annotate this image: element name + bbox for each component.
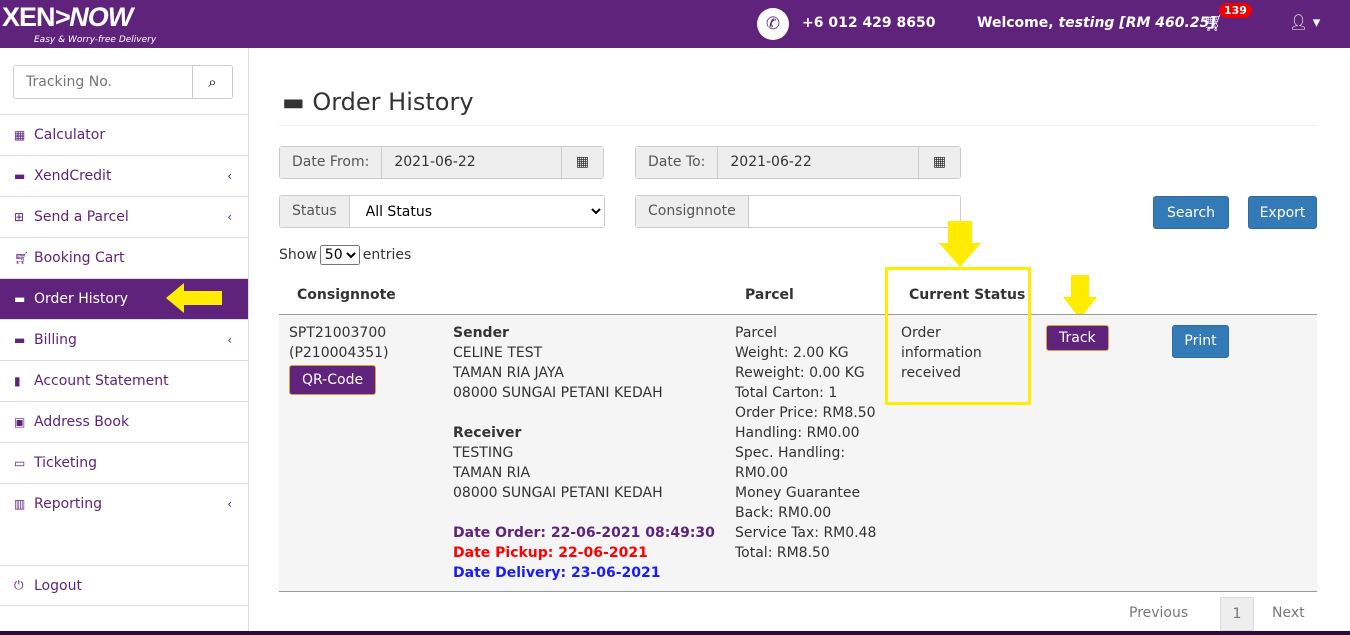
parcel-line: Reweight: 0.00 KG [735, 364, 865, 381]
date-to-input[interactable]: 2021-06-22 [718, 147, 918, 178]
chevron-left-icon[interactable]: ‹ [227, 497, 232, 511]
col-parcel[interactable]: Parcel [727, 276, 877, 315]
parcel-line: Parcel [735, 324, 778, 341]
parcel-line: Total: RM8.50 [735, 544, 830, 561]
calculator-icon: ▦ [14, 128, 26, 142]
chevron-left-icon[interactable]: ‹ [227, 210, 232, 224]
clipboard-icon: ▮ [14, 374, 21, 388]
entries-control: Show 50 entries [279, 245, 411, 265]
sidebar-item-billing[interactable]: ▬ Billing ‹ [0, 319, 248, 360]
user-menu-icon[interactable]: 👤︎ ▾ [1289, 13, 1320, 31]
sidebar-item-account-statement[interactable]: ▮ Account Statement [0, 360, 248, 401]
order-table: Consignnote Parcel Current Status SPT21003… [279, 276, 1317, 592]
sidebar-item-xendcredit[interactable]: ▬ XendCredit ‹ [0, 155, 248, 196]
chevron-left-icon[interactable]: ‹ [227, 333, 232, 347]
sidebar-item-send-a-parcel[interactable]: ⊞ Send a Parcel ‹ [0, 196, 248, 237]
parcel-line: Total Carton: 1 [735, 384, 838, 401]
parcel-line: Handling: RM0.00 [735, 424, 860, 441]
calendar-icon[interactable]: ▦ [561, 147, 603, 178]
pagination-next[interactable]: Next [1272, 605, 1305, 621]
header: XEN>NOW Easy & Worry-free Delivery ✆ +6 … [0, 0, 1350, 48]
sidebar-menu: ▦ Calculator ▬ XendCredit ‹ ⊞ Send a Parcel ‹ 🛒︎… [0, 114, 248, 524]
parcel-line: Spec. Handling: [735, 444, 846, 461]
credit-card-icon: ▬ [14, 333, 26, 347]
status-select[interactable]: All Status [349, 196, 604, 227]
parcel-line: Order Price: RM8.50 [735, 404, 876, 421]
pagination-page[interactable]: 1 [1220, 597, 1254, 631]
status-field: Status All Status [279, 195, 605, 228]
archive-icon: ▬ [14, 292, 26, 306]
chart-icon: ▥ [14, 497, 26, 511]
cart-icon: 🛒︎ [14, 251, 30, 265]
qr-code-button[interactable]: QR-Code [289, 364, 377, 395]
phone-icon: ✆ [757, 8, 789, 40]
sidebar-item-ticketing[interactable]: ▭ Ticketing [0, 442, 248, 483]
power-icon: ⏻ [14, 578, 24, 592]
entries-select[interactable]: 50 [319, 245, 360, 265]
parcel-line: Back: RM0.00 [735, 504, 832, 521]
sidebar-item-address-book[interactable]: ▣ Address Book [0, 401, 248, 442]
logo[interactable]: XEN>NOW [2, 2, 133, 33]
welcome-text: Welcome, testing [RM 460.25] [977, 15, 1216, 31]
date-to-field: Date To: 2021-06-22 ▦ [635, 146, 961, 179]
tracking-input[interactable] [14, 66, 192, 98]
parcel-line: RM0.00 [735, 464, 788, 481]
date-from-field: Date From: 2021-06-22 ▦ [279, 146, 604, 179]
col-consignnote[interactable]: Consignnote [279, 276, 435, 315]
cart-count-badge: 139 [1219, 3, 1252, 18]
sidebar-item-booking-cart[interactable]: 🛒︎ Booking Cart [0, 237, 248, 278]
highlight-arrow-left [166, 283, 222, 313]
print-button[interactable]: Print [1172, 324, 1229, 358]
phone-number: +6 012 429 8650 [802, 15, 936, 31]
tagline: Easy & Worry-free Delivery [34, 35, 157, 45]
date-from-input[interactable]: 2021-06-22 [382, 147, 561, 178]
table-row: SPT21003700 (P210004351) QR-Code Sender CE… [279, 314, 1317, 592]
parcel-line: Service Tax: RM0.48 [735, 524, 877, 541]
sidebar-item-calculator[interactable]: ▦ Calculator [0, 114, 248, 155]
pagination-previous[interactable]: Previous [1129, 605, 1188, 621]
sidebar-item-reporting[interactable]: ▥ Reporting ‹ [0, 483, 248, 524]
tracking-search: ⌕ [13, 65, 233, 99]
archive-icon: ▬ [282, 88, 305, 116]
address-book-icon: ▣ [14, 415, 26, 429]
parcel-details: Parcel Weight: 2.00 KG Reweight: 0.00 KG To… [727, 314, 877, 592]
credit-card-icon: ▬ [14, 169, 26, 183]
plus-square-icon: ⊞ [14, 210, 25, 224]
parcel-line: Money Guarantee [735, 484, 861, 501]
chevron-left-icon[interactable]: ‹ [227, 169, 232, 183]
sidebar: ⌕ ▦Calculator▬XendCredit‹⊞Send a Parcel‹… [0, 48, 249, 635]
parcel-line: Weight: 2.00 KG [735, 344, 849, 361]
consignnote-field: Consignnote [635, 195, 961, 228]
track-button[interactable]: Track [1046, 324, 1109, 351]
ticket-icon: ▭ [14, 456, 26, 470]
export-button[interactable]: Export [1248, 196, 1317, 229]
sidebar-item-logout[interactable]: ⏻ Logout [0, 565, 248, 606]
search-button[interactable]: Search [1153, 196, 1229, 229]
highlight-arrow-down [939, 221, 981, 267]
search-icon[interactable]: ⌕ [192, 66, 232, 98]
consignnote-input[interactable] [748, 196, 960, 227]
page-title: ▬ Order History [282, 88, 474, 116]
status-highlight-box [885, 267, 1031, 405]
calendar-icon[interactable]: ▦ [918, 147, 960, 178]
